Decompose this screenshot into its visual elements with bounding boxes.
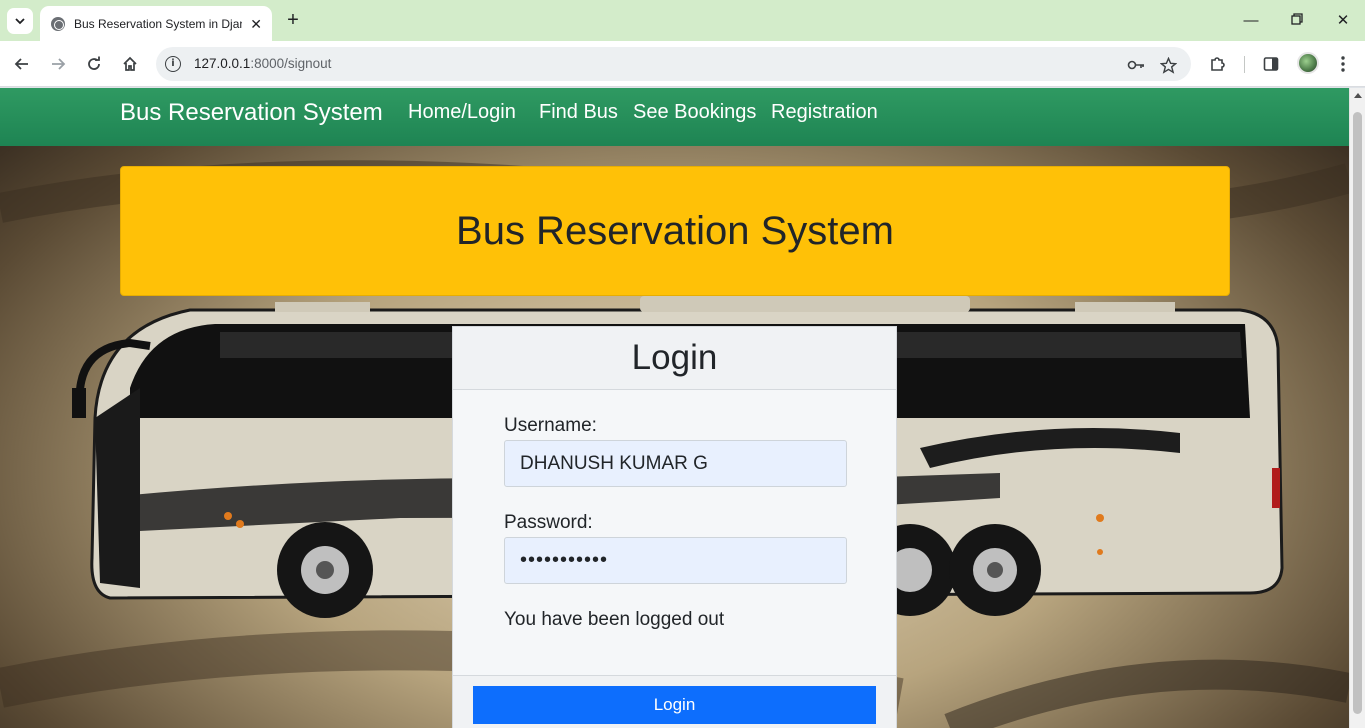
browser-toolbar: i 127.0.0.1:8000/signout [0,41,1365,87]
browser-tab[interactable]: Bus Reservation System in Djan ✕ [40,6,272,41]
toolbar-separator [1244,56,1245,73]
back-arrow-icon[interactable] [10,52,34,76]
site-info-icon[interactable]: i [165,56,181,72]
hero-banner: Bus Reservation System [120,166,1230,296]
new-tab-button[interactable]: + [282,9,304,31]
page-viewport: Bus Reservation System Home/Login Find B… [0,88,1349,728]
browser-tab-strip: Bus Reservation System in Djan ✕ + — ✕ [0,0,1365,41]
login-card-header: Login [453,327,896,390]
extensions-puzzle-icon[interactable] [1207,53,1229,75]
scroll-thumb[interactable] [1353,112,1362,714]
page-scrollbar[interactable] [1349,88,1365,728]
logout-message: You have been logged out [504,609,725,630]
home-icon[interactable] [118,52,142,76]
bookmark-star-icon[interactable] [1158,55,1178,75]
nav-link-home-login[interactable]: Home/Login [408,101,516,124]
key-icon[interactable] [1126,55,1146,75]
url-host: 127.0.0.1 [194,56,251,71]
nav-link-find-bus[interactable]: Find Bus [539,101,618,124]
close-window-icon[interactable]: ✕ [1333,11,1353,31]
hero-title: Bus Reservation System [456,208,894,253]
login-title: Login [631,338,718,377]
url-path: :8000/signout [250,56,332,71]
nav-link-see-bookings[interactable]: See Bookings [633,101,756,124]
site-navbar: Bus Reservation System Home/Login Find B… [0,88,1349,146]
url-text: 127.0.0.1:8000/signout [194,56,331,71]
restore-icon[interactable] [1287,11,1307,31]
minimize-icon[interactable]: — [1241,11,1261,31]
reload-icon[interactable] [82,52,106,76]
tab-search-button[interactable] [7,8,33,34]
chevron-down-icon [15,18,25,25]
password-label: Password: [504,512,593,533]
globe-icon [51,16,65,31]
close-tab-icon[interactable]: ✕ [250,17,262,31]
forward-arrow-icon[interactable] [46,52,70,76]
profile-avatar[interactable] [1297,52,1319,74]
nav-link-registration[interactable]: Registration [771,101,878,124]
username-label: Username: [504,415,597,436]
tab-title: Bus Reservation System in Djan [74,16,243,31]
password-input[interactable]: ••••••••••• [504,537,847,584]
login-card: Login Username: DHANUSH KUMAR G Password… [452,326,897,728]
scroll-up-arrow-icon[interactable] [1354,93,1362,98]
address-bar[interactable]: i 127.0.0.1:8000/signout [156,47,1191,81]
menu-kebab-icon[interactable] [1332,53,1354,75]
login-button[interactable]: Login [473,686,876,724]
username-input[interactable]: DHANUSH KUMAR G [504,440,847,487]
login-card-footer: Login [453,675,896,728]
side-panel-icon[interactable] [1260,53,1282,75]
navbar-brand[interactable]: Bus Reservation System [120,99,383,127]
